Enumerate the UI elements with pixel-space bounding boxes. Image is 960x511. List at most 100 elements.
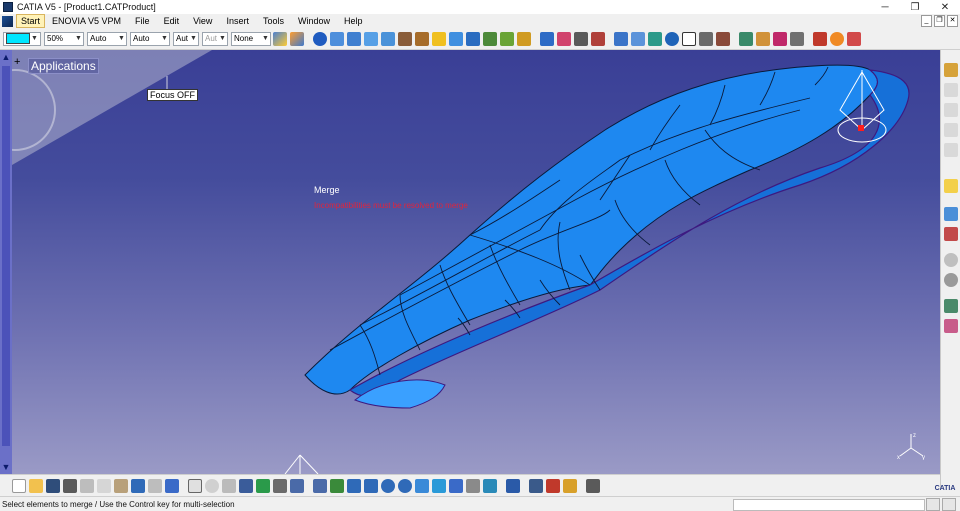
catalog-icon[interactable] — [943, 299, 958, 313]
thread-icon[interactable] — [590, 31, 605, 46]
iso-view-icon[interactable] — [448, 478, 463, 493]
rotate-icon[interactable] — [943, 253, 958, 267]
rendering-combo[interactable]: None ▼ — [231, 31, 271, 46]
start-icon[interactable] — [2, 15, 13, 27]
pocket-icon[interactable] — [346, 31, 361, 46]
measure-icon[interactable] — [698, 31, 713, 46]
hole-icon[interactable] — [397, 31, 412, 46]
chamfer-icon[interactable] — [516, 31, 531, 46]
rib-icon[interactable] — [414, 31, 429, 46]
capture-icon[interactable] — [585, 478, 600, 493]
zoom-out-icon[interactable] — [397, 478, 412, 493]
boolean-icon[interactable] — [772, 31, 787, 46]
properties-icon[interactable] — [289, 31, 304, 46]
knowledge-icon[interactable] — [943, 319, 958, 333]
split-icon[interactable] — [613, 31, 628, 46]
viewport-scrollbar[interactable]: ▲ ▼ — [0, 50, 12, 474]
hide-show-icon[interactable] — [482, 478, 497, 493]
plane-icon[interactable] — [943, 123, 958, 137]
fill-color-combo[interactable]: ▼ — [3, 31, 41, 46]
fit-all-icon[interactable] — [329, 478, 344, 493]
shaft-icon[interactable] — [363, 31, 378, 46]
copy-icon[interactable] — [96, 478, 111, 493]
save-icon[interactable] — [45, 478, 60, 493]
formula-icon[interactable] — [943, 227, 958, 241]
loft-icon[interactable] — [465, 31, 480, 46]
print-icon[interactable] — [62, 478, 77, 493]
reference-icon[interactable] — [943, 103, 958, 117]
catalog-browser-icon[interactable] — [272, 478, 287, 493]
doc-minimize-button[interactable]: _ — [921, 15, 932, 27]
view-mode-icon[interactable] — [943, 273, 958, 287]
sketch-icon[interactable] — [312, 31, 327, 46]
cursor-icon[interactable] — [943, 179, 958, 193]
fillet-icon[interactable] — [499, 31, 514, 46]
slot-icon[interactable] — [431, 31, 446, 46]
pattern-icon[interactable] — [738, 31, 753, 46]
focus-label[interactable]: Focus OFF — [147, 89, 199, 101]
publish-icon[interactable] — [289, 478, 304, 493]
tree-icon[interactable] — [255, 478, 270, 493]
new-icon[interactable] — [11, 478, 26, 493]
scaling-icon[interactable] — [755, 31, 770, 46]
measure-inertia-icon[interactable] — [562, 478, 577, 493]
minimize-button[interactable]: ─ — [870, 0, 900, 14]
zoom-in-icon[interactable] — [380, 478, 395, 493]
sketcher-icon[interactable] — [943, 83, 958, 97]
menu-help[interactable]: Help — [337, 14, 370, 28]
menu-insert[interactable]: Insert — [219, 14, 256, 28]
sew-surface-icon[interactable] — [664, 31, 679, 46]
pan-icon[interactable] — [346, 478, 361, 493]
undo-icon[interactable] — [130, 478, 145, 493]
doc-restore-button[interactable]: ❐ — [934, 15, 945, 27]
close-button[interactable]: ✕ — [930, 0, 960, 14]
annotation-icon[interactable] — [943, 207, 958, 221]
measure-between-icon[interactable] — [528, 478, 543, 493]
select-icon[interactable] — [943, 63, 958, 77]
3d-viewport[interactable]: ▲ ▼ + Applications Focus OFF Merge Incom… — [0, 50, 940, 474]
menu-file[interactable]: File — [128, 14, 157, 28]
box-icon[interactable] — [681, 31, 696, 46]
remove-icon[interactable] — [829, 31, 844, 46]
measure-item-icon[interactable] — [545, 478, 560, 493]
line-thickness-combo[interactable]: Auto ▼ — [87, 31, 127, 46]
menu-window[interactable]: Window — [291, 14, 337, 28]
menu-edit[interactable]: Edit — [157, 14, 187, 28]
scroll-down-icon[interactable]: ▼ — [1, 462, 11, 472]
power-input-clear-button[interactable] — [942, 498, 956, 511]
layer-combo[interactable]: Aut ▼ — [202, 31, 228, 46]
formula-fx-icon[interactable] — [187, 478, 202, 493]
paste-icon[interactable] — [113, 478, 128, 493]
swap-visible-icon[interactable] — [505, 478, 520, 493]
shell-icon[interactable] — [556, 31, 571, 46]
analysis-icon[interactable] — [789, 31, 804, 46]
line-icon[interactable] — [943, 143, 958, 157]
doc-close-button[interactable]: ✕ — [947, 15, 958, 27]
intersect-icon[interactable] — [846, 31, 861, 46]
shading-icon[interactable] — [465, 478, 480, 493]
close-surface-icon[interactable] — [647, 31, 662, 46]
assemble-icon[interactable] — [812, 31, 827, 46]
mirror-icon[interactable] — [715, 31, 730, 46]
menu-tools[interactable]: Tools — [256, 14, 291, 28]
fly-mode-icon[interactable] — [312, 478, 327, 493]
scroll-thumb[interactable] — [2, 66, 10, 446]
normal-view-icon[interactable] — [414, 478, 429, 493]
scroll-up-icon[interactable]: ▲ — [1, 52, 11, 62]
stiffener-icon[interactable] — [448, 31, 463, 46]
tree-applications-node[interactable]: Applications — [28, 58, 99, 74]
multi-view-icon[interactable] — [431, 478, 446, 493]
thickness-icon[interactable] — [573, 31, 588, 46]
comment-icon[interactable] — [204, 478, 219, 493]
maximize-button[interactable]: ❐ — [900, 0, 930, 14]
menu-enovia[interactable]: ENOVIA V5 VPM — [45, 14, 128, 28]
rotate-view-icon[interactable] — [363, 478, 378, 493]
param-icon[interactable] — [221, 478, 236, 493]
table-icon[interactable] — [238, 478, 253, 493]
thick-surface-icon[interactable] — [630, 31, 645, 46]
redo-icon[interactable] — [147, 478, 162, 493]
point-symbol-combo[interactable]: Aut ▼ — [173, 31, 199, 46]
draft-icon[interactable] — [539, 31, 554, 46]
groove-icon[interactable] — [380, 31, 395, 46]
transparency-combo[interactable]: 50% ▼ — [44, 31, 84, 46]
